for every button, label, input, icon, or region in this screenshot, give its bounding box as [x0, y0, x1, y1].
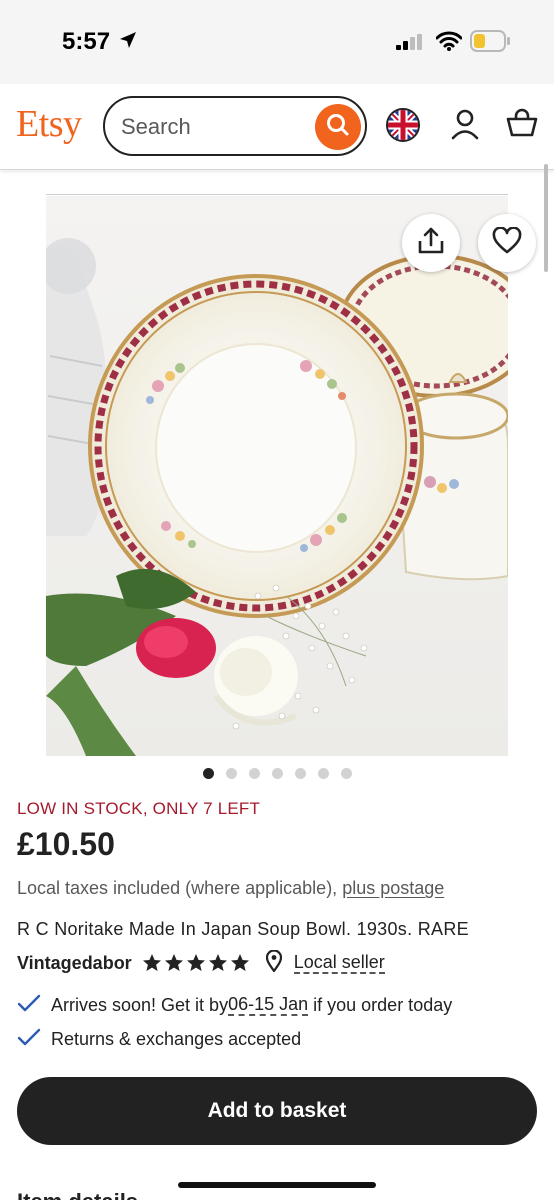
location-arrow-icon — [118, 30, 138, 55]
carousel-dot[interactable] — [248, 768, 260, 779]
account-icon[interactable] — [450, 108, 480, 145]
listing-title: R C Noritake Made In Japan Soup Bowl. 19… — [17, 919, 469, 939]
carousel-dot[interactable] — [202, 768, 214, 779]
star-icon — [186, 954, 205, 971]
heart-icon — [492, 225, 522, 260]
tax-note: Local taxes included (where applicable),… — [17, 878, 444, 899]
scrollbar[interactable] — [544, 164, 548, 272]
tax-text: Local taxes included (where applicable), — [17, 878, 343, 898]
local-seller-link[interactable]: Local seller — [293, 952, 385, 974]
star-icon — [142, 954, 161, 971]
share-icon — [416, 226, 446, 261]
uk-flag-icon[interactable] — [386, 108, 420, 142]
star-icon — [230, 954, 249, 971]
search-icon — [325, 112, 351, 143]
delivery-estimate: Arrives soon! Get it by 06-15 Jan if you… — [17, 993, 452, 1017]
cellular-signal-icon — [396, 34, 424, 55]
product-image[interactable] — [46, 196, 508, 756]
seller-row: Vintagedabor Local seller — [17, 948, 385, 977]
stock-notice: LOW IN STOCK, ONLY 7 LEFT — [17, 799, 261, 818]
arrives-prefix: Arrives soon! Get it by — [51, 994, 229, 1015]
arrives-suffix: if you order today — [308, 994, 453, 1015]
image-carousel-indicator[interactable] — [0, 768, 554, 780]
search-button[interactable] — [315, 104, 361, 150]
carousel-dot[interactable] — [317, 768, 329, 779]
add-to-basket-button[interactable]: Add to basket — [17, 1077, 537, 1145]
top-navigation: Etsy — [0, 84, 554, 170]
share-button[interactable] — [402, 214, 460, 272]
status-time: 5:57 — [62, 28, 111, 55]
basket-icon[interactable] — [506, 108, 538, 143]
checkmark-icon — [17, 993, 41, 1018]
favorite-button[interactable] — [478, 214, 536, 272]
status-bar: 5:57 — [0, 0, 554, 84]
carousel-dot[interactable] — [340, 768, 352, 779]
price: £10.50 — [17, 826, 115, 862]
returns-text: Returns & exchanges accepted — [51, 1028, 302, 1049]
carousel-dot[interactable] — [225, 768, 237, 779]
location-pin-icon — [265, 948, 282, 977]
rating-stars[interactable] — [142, 953, 250, 973]
seller-name[interactable]: Vintagedabor — [17, 953, 132, 974]
divider — [46, 194, 508, 195]
battery-icon — [470, 30, 510, 57]
delivery-dates[interactable]: 06-15 Jan — [228, 994, 309, 1016]
search-input[interactable] — [121, 112, 301, 142]
carousel-dot[interactable] — [271, 768, 283, 779]
postage-link[interactable]: plus postage — [342, 878, 444, 898]
returns-policy: Returns & exchanges accepted — [17, 1027, 301, 1051]
home-indicator[interactable] — [178, 1182, 376, 1188]
search-bar[interactable] — [103, 96, 367, 156]
star-icon — [208, 954, 227, 971]
star-icon — [164, 954, 183, 971]
etsy-logo[interactable]: Etsy — [16, 102, 82, 146]
carousel-dot[interactable] — [294, 768, 306, 779]
wifi-icon — [435, 31, 463, 56]
item-details-heading[interactable]: Item details — [17, 1189, 138, 1200]
checkmark-icon — [17, 1027, 41, 1052]
